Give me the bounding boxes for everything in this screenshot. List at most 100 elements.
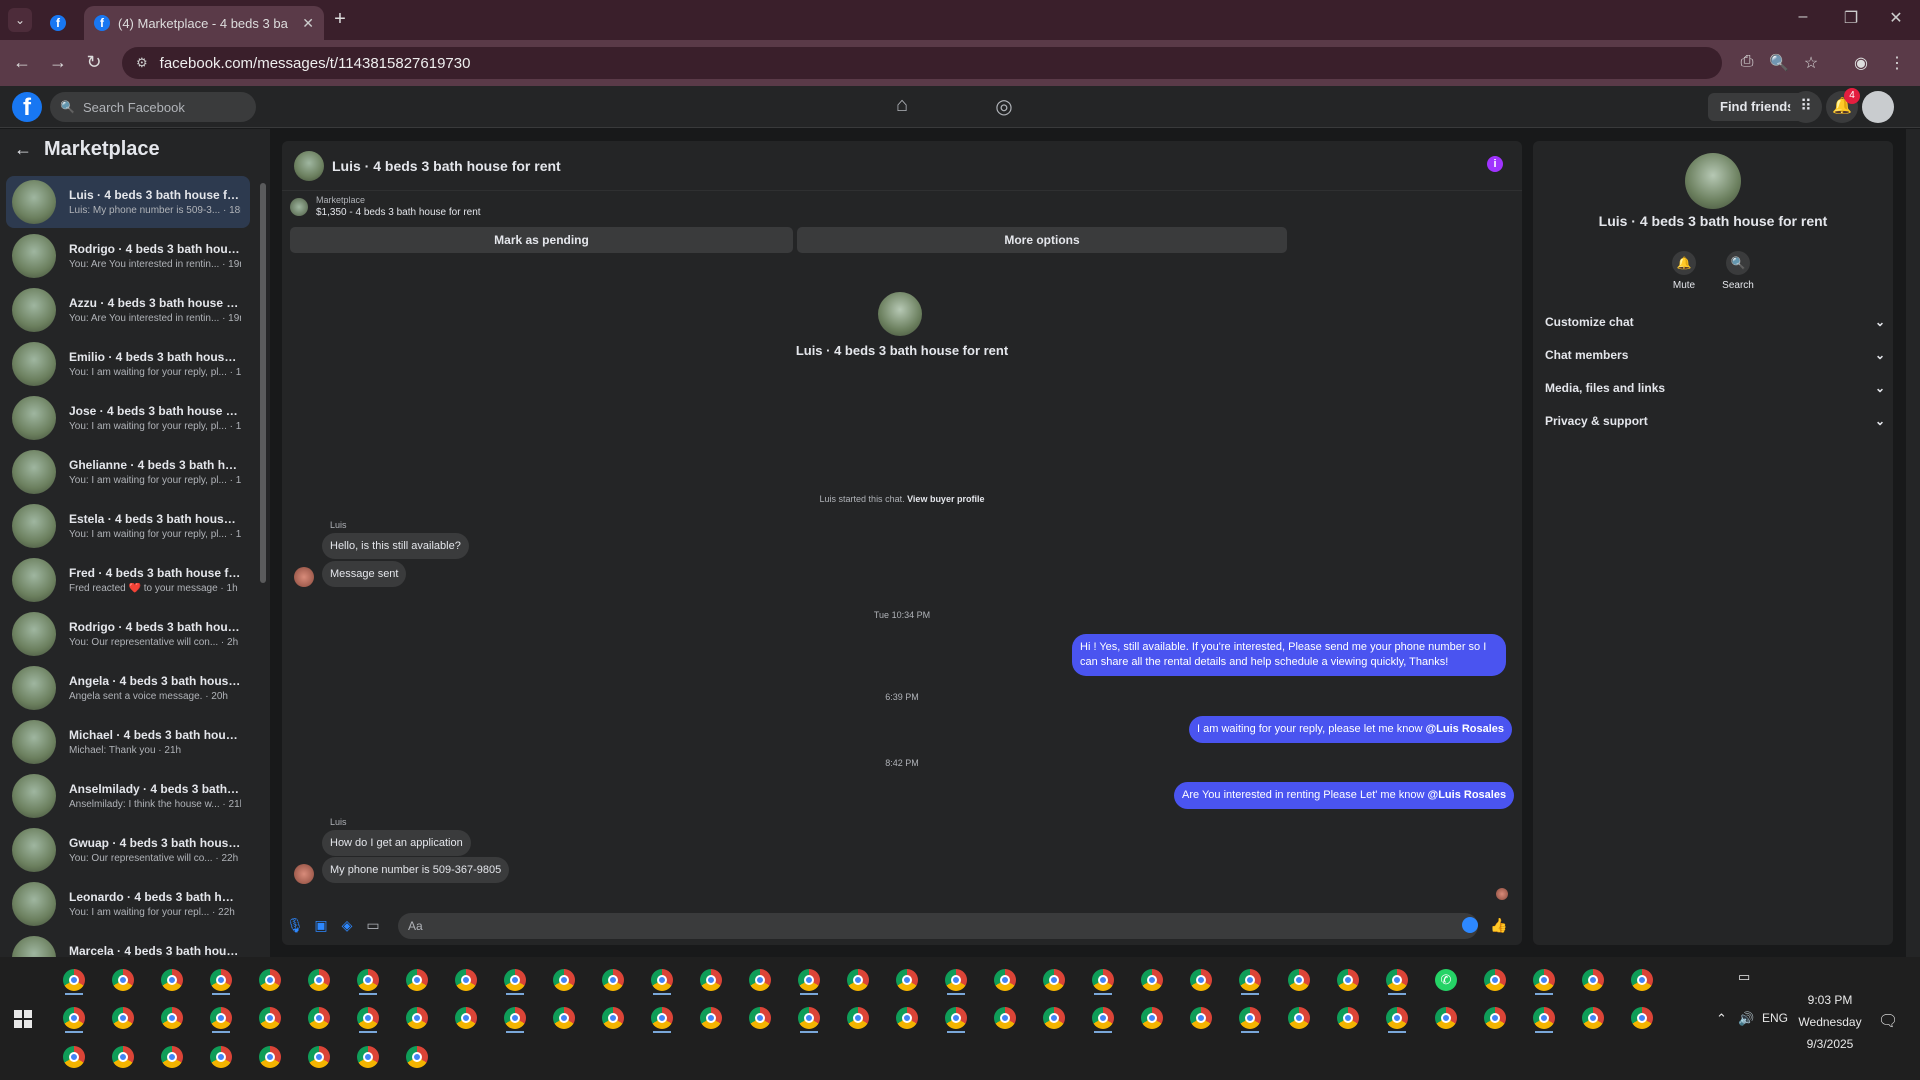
chrome-taskbar-icon[interactable] [990,1003,1020,1033]
chrome-taskbar-icon[interactable] [794,965,824,995]
new-tab-button[interactable]: + [328,8,352,31]
chrome-taskbar-icon[interactable] [1431,1003,1461,1033]
chrome-taskbar-icon[interactable] [892,1003,922,1033]
chrome-taskbar-icon[interactable] [1039,965,1069,995]
chrome-taskbar-icon[interactable] [451,1003,481,1033]
chrome-taskbar-icon[interactable] [255,1003,285,1033]
chrome-taskbar-icon[interactable] [1284,965,1314,995]
conversation-item[interactable]: Rodrigo · 4 beds 3 bath hous... You: Our … [6,608,250,660]
chrome-taskbar-icon[interactable] [1137,965,1167,995]
forward-button[interactable]: → [46,52,70,73]
message-input[interactable]: Aa [398,913,1478,939]
chrome-taskbar-icon[interactable] [255,965,285,995]
minimize-button[interactable]: – [1783,8,1823,26]
chrome-taskbar-icon[interactable] [402,1042,432,1072]
media-files-row[interactable]: Media, files and links ⌄ [1545,377,1885,399]
chrome-taskbar-icon[interactable] [1039,1003,1069,1033]
chrome-taskbar-icon[interactable] [108,1042,138,1072]
chrome-taskbar-icon[interactable] [157,1042,187,1072]
chrome-taskbar-icon[interactable] [1137,1003,1167,1033]
whatsapp-icon[interactable]: ✆ [1431,965,1461,995]
conversation-item[interactable]: Leonardo · 4 beds 3 bath hou... You: I am… [6,878,250,930]
chrome-taskbar-icon[interactable] [59,965,89,995]
chrome-taskbar-icon[interactable] [1578,1003,1608,1033]
chrome-taskbar-icon[interactable] [647,1003,677,1033]
privacy-support-row[interactable]: Privacy & support ⌄ [1545,410,1885,432]
chrome-taskbar-icon[interactable] [1333,1003,1363,1033]
customize-chat-row[interactable]: Customize chat ⌄ [1545,311,1885,333]
language-indicator[interactable]: ENG [1762,1011,1788,1025]
notifications-icon[interactable]: 🗨 [1878,1011,1898,1031]
chrome-taskbar-icon[interactable] [941,1003,971,1033]
chrome-taskbar-icon[interactable] [206,1042,236,1072]
restore-button[interactable]: ❐ [1831,8,1871,28]
chat-avatar[interactable] [294,150,324,181]
chrome-taskbar-icon[interactable] [598,1003,628,1033]
chrome-taskbar-icon[interactable] [647,965,677,995]
tab-search-button[interactable]: ⌄ [8,8,32,32]
chrome-taskbar-icon[interactable] [696,965,726,995]
conversation-item[interactable]: Luis · 4 beds 3 bath house for r... Luis:… [6,176,250,228]
chrome-taskbar-icon[interactable] [402,1003,432,1033]
photo-icon[interactable]: ▣ [312,917,330,935]
home-icon[interactable]: ⌂ [889,94,915,120]
microphone-icon[interactable]: 🎙 [286,917,304,935]
conversation-item[interactable]: Angela · 4 beds 3 bath house fo... Angela… [6,662,250,714]
chrome-taskbar-icon[interactable] [843,1003,873,1033]
chrome-taskbar-icon[interactable] [1578,965,1608,995]
chrome-taskbar-icon[interactable] [157,1003,187,1033]
chrome-taskbar-icon[interactable] [304,1042,334,1072]
search-in-chat-button[interactable]: 🔍 Search [1713,251,1763,291]
address-bar[interactable]: ⚙ facebook.com/messages/t/11438158276197… [122,47,1722,79]
sticker-icon[interactable]: ◈ [338,917,356,935]
like-thumb-icon[interactable]: 👍 [1490,917,1508,935]
conversation-item[interactable]: Michael · 4 beds 3 bath house f... Michae… [6,716,250,768]
chrome-taskbar-icon[interactable] [1627,1003,1657,1033]
chrome-taskbar-icon[interactable] [1235,1003,1265,1033]
conversation-item[interactable]: Anselmilady · 4 beds 3 bath ho... Anselmi… [6,770,250,822]
chrome-taskbar-icon[interactable] [1382,1003,1412,1033]
chrome-taskbar-icon[interactable] [794,1003,824,1033]
chrome-taskbar-icon[interactable] [353,1042,383,1072]
more-options-button[interactable]: More options [797,227,1287,253]
chrome-taskbar-icon[interactable] [304,965,334,995]
chrome-taskbar-icon[interactable] [1382,965,1412,995]
chrome-taskbar-icon[interactable] [59,1042,89,1072]
chrome-taskbar-icon[interactable] [843,965,873,995]
tab-close-icon[interactable]: ✕ [302,15,314,32]
chrome-taskbar-icon[interactable] [549,1003,579,1033]
chrome-taskbar-icon[interactable] [1529,965,1559,995]
listing-banner[interactable]: Marketplace $1,350 - 4 beds 3 bath house… [290,195,481,218]
chrome-taskbar-icon[interactable] [304,1003,334,1033]
profile-icon[interactable]: ◉ [1849,53,1873,73]
chrome-taskbar-icon[interactable] [59,1003,89,1033]
back-button[interactable]: ← [10,52,34,73]
chrome-taskbar-icon[interactable] [353,1003,383,1033]
menu-grid-icon[interactable]: ⠿ [1790,91,1822,123]
bookmark-star-icon[interactable]: ☆ [1799,53,1823,73]
chrome-taskbar-icon[interactable] [1284,1003,1314,1033]
emoji-icon[interactable] [1462,917,1478,933]
facebook-logo-icon[interactable]: f [12,92,42,122]
conversation-item[interactable]: Gwuap · 4 beds 3 bath house... You: Our r… [6,824,250,876]
site-info-icon[interactable]: ⚙ [136,55,148,71]
chrome-taskbar-icon[interactable] [1186,1003,1216,1033]
conversation-item[interactable]: Azzu · 4 beds 3 bath house for r... You: … [6,284,250,336]
chrome-taskbar-icon[interactable] [353,965,383,995]
conversation-item[interactable]: Fred · 4 beds 3 bath house for r... Fred … [6,554,250,606]
chrome-taskbar-icon[interactable] [108,1003,138,1033]
menu-icon[interactable]: ⋮ [1885,53,1909,73]
conversation-item[interactable]: Ghelianne · 4 beds 3 bath hous... You: I … [6,446,250,498]
info-icon[interactable]: i [1487,156,1503,172]
chrome-taskbar-icon[interactable] [549,965,579,995]
active-tab[interactable]: f (4) Marketplace - 4 beds 3 bath ✕ [84,6,324,40]
zoom-icon[interactable]: 🔍 [1767,53,1791,73]
chrome-taskbar-icon[interactable] [1627,965,1657,995]
chrome-taskbar-icon[interactable] [1480,1003,1510,1033]
scrollbar-thumb[interactable] [260,183,266,583]
chrome-taskbar-icon[interactable] [157,965,187,995]
groups-icon[interactable]: ◎ [991,94,1017,120]
chrome-taskbar-icon[interactable] [1088,1003,1118,1033]
chrome-taskbar-icon[interactable] [598,965,628,995]
sender-avatar[interactable] [294,567,314,587]
